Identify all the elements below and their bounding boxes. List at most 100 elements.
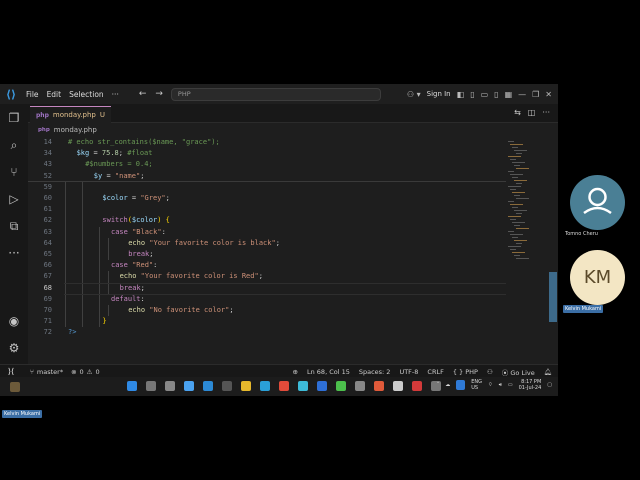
notifications-icon[interactable]: 🔔︎ — [544, 368, 552, 376]
minimap-line — [510, 174, 523, 175]
minimap-line — [512, 162, 525, 163]
code-line[interactable]: 62 switch($color) { — [28, 215, 506, 226]
code-editor[interactable]: 14 # echo str_contains($name, "grace"); 34… — [28, 137, 506, 366]
line-number: 34 — [43, 149, 52, 158]
code-line[interactable]: 61 — [28, 204, 506, 215]
command-center-search[interactable]: PHP — [170, 87, 381, 101]
code-line[interactable]: 59 — [28, 182, 506, 193]
warning-count: 0 — [95, 367, 100, 376]
app-icon-3[interactable] — [336, 381, 346, 391]
widgets-icon[interactable] — [184, 381, 194, 391]
copilot-status-icon[interactable]: ⚇ — [487, 368, 493, 376]
restore-icon[interactable]: ❐ — [532, 90, 539, 99]
minimize-icon[interactable]: — — [518, 90, 526, 99]
encoding[interactable]: UTF-8 — [399, 368, 418, 376]
code-line[interactable]: 34 $kg = 75.8; #float — [28, 148, 506, 159]
breadcrumb-filename[interactable]: monday.php — [54, 126, 97, 134]
code-text: $kg = 75.8; #float — [76, 149, 153, 158]
indent-guide — [108, 305, 109, 317]
toggle-secondary-sidebar-icon[interactable]: ▯ — [494, 90, 498, 99]
notification-center-icon[interactable]: ▢ — [547, 382, 552, 388]
minimap-line — [508, 171, 514, 172]
language-mode[interactable]: { } PHP — [453, 368, 478, 376]
line-number: 65 — [43, 250, 52, 258]
menu-edit[interactable]: Edit — [47, 90, 62, 99]
branch-icon: ⑂ — [30, 367, 34, 376]
open-changes-icon[interactable]: ⇆ — [514, 108, 521, 117]
search-taskbar-icon[interactable] — [146, 381, 156, 391]
forward-arrow-icon[interactable]: → — [155, 89, 163, 99]
app-icon-7[interactable] — [412, 381, 422, 391]
code-line[interactable]: 60 $color = "Grey"; — [28, 193, 506, 204]
edge-icon[interactable] — [260, 381, 270, 391]
app-icon-2[interactable] — [317, 381, 327, 391]
wifi-icon[interactable]: ⌔ — [488, 382, 493, 388]
clock[interactable]: 8:17 PM 01-Jul-24 — [519, 379, 542, 391]
file-explorer-icon[interactable] — [241, 381, 251, 391]
toggle-sidebar-icon[interactable]: ▯ — [470, 90, 474, 99]
source-control-icon[interactable]: ⑂ — [6, 164, 22, 180]
task-view-icon[interactable] — [165, 381, 175, 391]
language-indicator[interactable]: ENG US — [471, 379, 482, 391]
extensions-icon[interactable]: ⧉ — [6, 218, 22, 234]
back-arrow-icon[interactable]: ← — [139, 89, 147, 99]
close-icon[interactable]: ✕ — [545, 90, 552, 99]
explorer-icon[interactable]: ❐ — [6, 110, 22, 126]
indent-guide — [65, 181, 66, 328]
run-debug-icon[interactable]: ▷ — [6, 191, 22, 207]
error-icon: ⊗ — [71, 367, 77, 376]
sign-in-button[interactable]: Sign In — [427, 90, 451, 98]
code-line[interactable]: 72 ?> — [28, 327, 506, 338]
split-editor-icon[interactable]: ◫ — [528, 108, 536, 117]
app-icon-4[interactable] — [355, 381, 365, 391]
code-line[interactable]: 43 #$numbers = 0.4; — [28, 159, 506, 170]
zoom-icon[interactable]: ⊕ — [293, 368, 298, 376]
code-text: switch($color) { — [102, 216, 170, 225]
menu-selection[interactable]: Selection — [69, 90, 104, 99]
menu-file[interactable]: File — [26, 90, 39, 99]
menu-more-icon[interactable]: ··· — [112, 90, 119, 99]
line-number: 64 — [43, 238, 52, 247]
minimap-line — [516, 228, 529, 229]
minimap-line — [514, 240, 527, 241]
line-number: 68 — [43, 283, 52, 292]
copilot-icon[interactable]: ⚇ ▾ — [407, 90, 421, 99]
chrome-icon[interactable] — [279, 381, 289, 391]
toggle-panel-icon[interactable]: ▭ — [481, 90, 489, 99]
line-number: 59 — [43, 182, 52, 191]
line-endings[interactable]: CRLF — [427, 368, 443, 376]
problems-indicator[interactable]: ⊗ 0 ⚠ 0 — [71, 368, 100, 376]
battery-icon[interactable]: ▭ — [508, 382, 513, 388]
search-icon[interactable]: ⌕ — [6, 137, 22, 153]
indentation[interactable]: Spaces: 2 — [359, 368, 391, 376]
terminal-icon[interactable] — [222, 381, 232, 391]
tray-cloud-icon[interactable]: ☁ — [445, 382, 450, 388]
account-icon[interactable]: ◧ — [457, 90, 465, 99]
minimap[interactable] — [506, 137, 550, 366]
app-icon-5[interactable] — [374, 381, 384, 391]
start-icon[interactable] — [127, 381, 137, 391]
cursor-position[interactable]: Ln 68, Col 15 — [307, 368, 350, 376]
more-icon[interactable]: ··· — [6, 245, 22, 261]
settings-gear-icon[interactable]: ⚙ — [6, 340, 22, 356]
weather-icon[interactable] — [10, 381, 20, 392]
app-icon-1[interactable] — [298, 381, 308, 391]
vscode-taskbar-icon[interactable] — [203, 381, 213, 391]
more-actions-icon[interactable]: ··· — [542, 108, 550, 117]
app-icon-6[interactable] — [393, 381, 403, 391]
minimap-line — [516, 153, 522, 154]
minimap-line — [508, 186, 521, 187]
accounts-icon[interactable]: ◉ — [6, 313, 22, 329]
scrollbar-thumb[interactable] — [549, 272, 557, 322]
branch-indicator[interactable]: ⑂ master* — [30, 368, 63, 376]
go-live-button[interactable]: ⦿ Go Live — [502, 367, 535, 377]
tab-monday-php[interactable]: php monday.php U — [30, 106, 111, 123]
tray-chevron-icon[interactable]: ˄ — [437, 382, 440, 388]
minimap-line — [508, 201, 514, 202]
minimap-line — [516, 183, 522, 184]
customize-layout-icon[interactable]: ▦ — [505, 90, 513, 99]
volume-icon[interactable]: 🔊︎ — [499, 382, 502, 388]
participant-name-tomno: Tomno Cheru — [565, 231, 598, 237]
mic-icon[interactable] — [456, 380, 466, 390]
code-line[interactable]: 14 # echo str_contains($name, "grace"); — [28, 137, 506, 148]
